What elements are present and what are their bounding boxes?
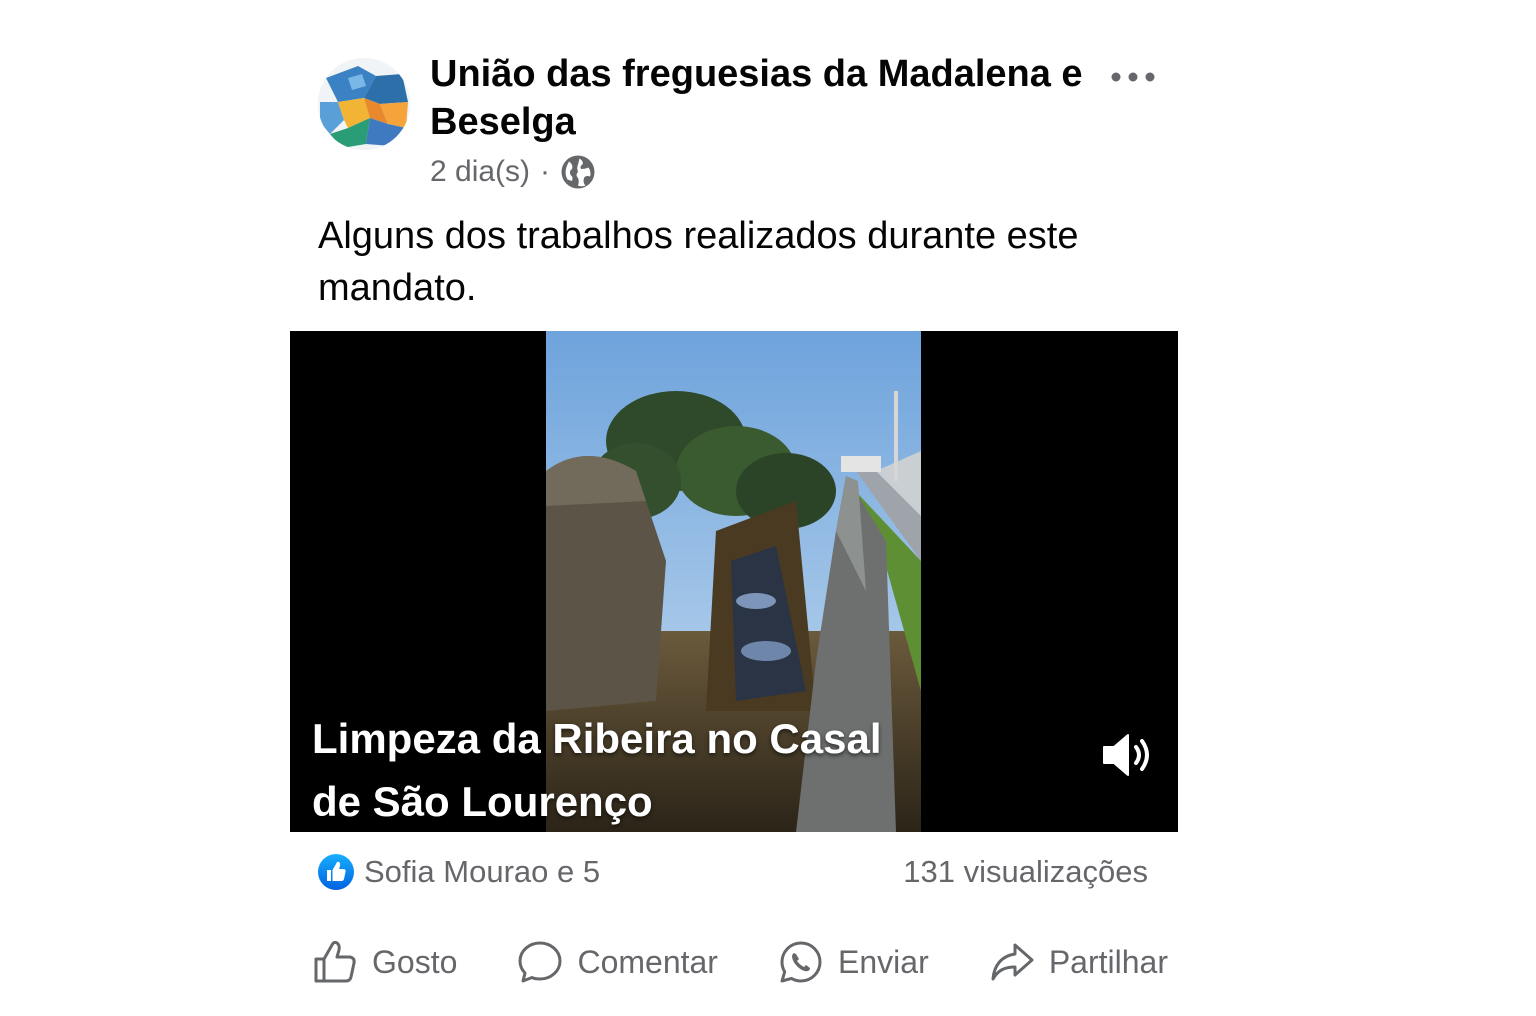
video-player[interactable]: Limpeza da Ribeira no Casal de São Loure… [290,331,1178,832]
comment-icon [518,941,562,983]
send-label: Enviar [838,943,929,980]
post-actions: Gosto Comentar Enviar Partilhar [300,932,1180,992]
video-overlay-title: Limpeza da Ribeira no Casal de São Loure… [312,715,882,825]
globe-icon[interactable] [560,154,596,190]
more-options-button[interactable] [1104,60,1162,94]
reactions-text: Sofia Mourao e 5 [364,854,601,889]
whatsapp-icon [780,941,822,983]
like-label: Gosto [372,943,458,980]
share-label: Partilhar [1048,943,1168,980]
volume-icon [1103,734,1149,776]
reactions-summary[interactable]: Sofia Mourao e 5 [318,852,600,892]
facebook-post: União das freguesias da Madalena e Besel… [0,0,1536,1016]
thumbs-up-icon [314,940,356,983]
more-options-icon [1111,72,1155,82]
page-name[interactable]: União das freguesias da Madalena e Besel… [430,50,1090,146]
like-button[interactable]: Gosto [300,939,469,985]
page-avatar[interactable] [318,58,410,150]
like-reaction-icon [318,854,354,890]
post-meta: 2 dia(s) · [430,152,596,192]
meta-separator: · [540,155,551,188]
share-button[interactable]: Partilhar [977,939,1180,985]
comment-button[interactable]: Comentar [505,939,730,985]
sound-button[interactable] [1100,729,1156,781]
comment-label: Comentar [577,943,718,980]
views-count[interactable]: 131 visualizações [903,852,1148,892]
post-time[interactable]: 2 dia(s) [430,155,530,189]
share-icon [991,943,1034,981]
send-button[interactable]: Enviar [766,939,941,985]
post-caption: Alguns dos trabalhos realizados durante … [318,215,1079,309]
